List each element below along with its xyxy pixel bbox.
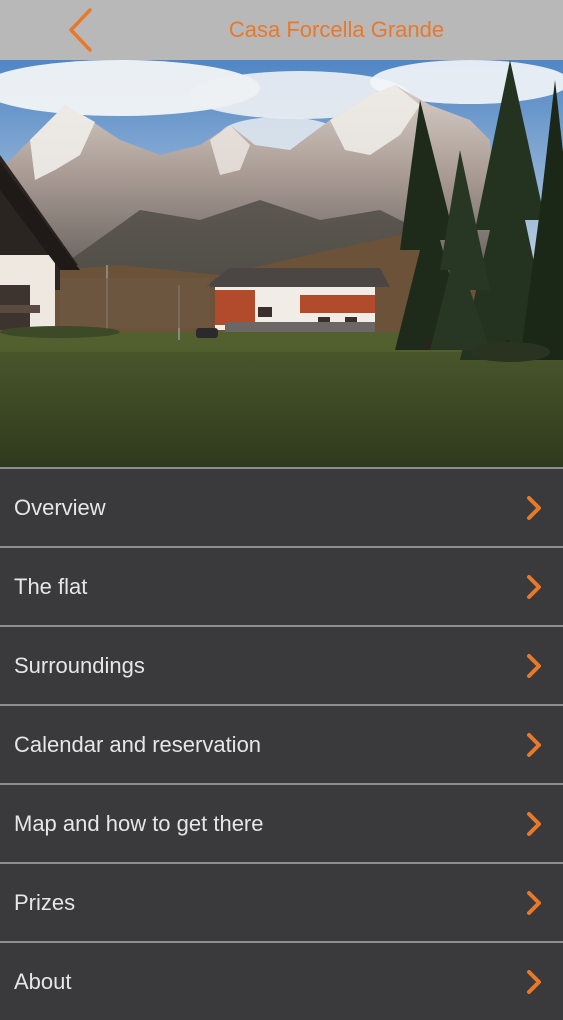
menu-item-about[interactable]: About [0, 941, 563, 1020]
page-title: Casa Forcella Grande [228, 17, 445, 42]
menu-item-calendar[interactable]: Calendar and reservation [0, 704, 563, 783]
menu-item-label: Calendar and reservation [14, 732, 262, 757]
chevron-right-icon [527, 733, 541, 757]
menu-item-overview[interactable]: Overview [0, 467, 563, 546]
menu-item-the-flat[interactable]: The flat [0, 546, 563, 625]
hero-image [0, 60, 563, 467]
menu-item-label: About [14, 969, 72, 994]
menu-item-label: Prizes [14, 890, 76, 915]
chevron-right-icon [527, 575, 541, 599]
chevron-right-icon [527, 654, 541, 678]
menu-item-label: The flat [14, 574, 88, 599]
chevron-right-icon [527, 891, 541, 915]
menu-item-label: Surroundings [14, 653, 145, 678]
chevron-right-icon [527, 970, 541, 994]
menu-item-prizes[interactable]: Prizes [0, 862, 563, 941]
menu-item-surroundings[interactable]: Surroundings [0, 625, 563, 704]
chevron-right-icon [527, 496, 541, 520]
nav-bar: Casa Forcella Grande [0, 0, 563, 60]
menu-item-map[interactable]: Map and how to get there [0, 783, 563, 862]
chevron-left-icon [69, 8, 92, 52]
chevron-right-icon [527, 812, 541, 836]
back-button[interactable] [58, 6, 102, 54]
menu-item-label: Overview [14, 495, 106, 520]
main-menu: Overview The flat Surroundings Calendar … [0, 467, 563, 1020]
menu-item-label: Map and how to get there [14, 811, 264, 836]
